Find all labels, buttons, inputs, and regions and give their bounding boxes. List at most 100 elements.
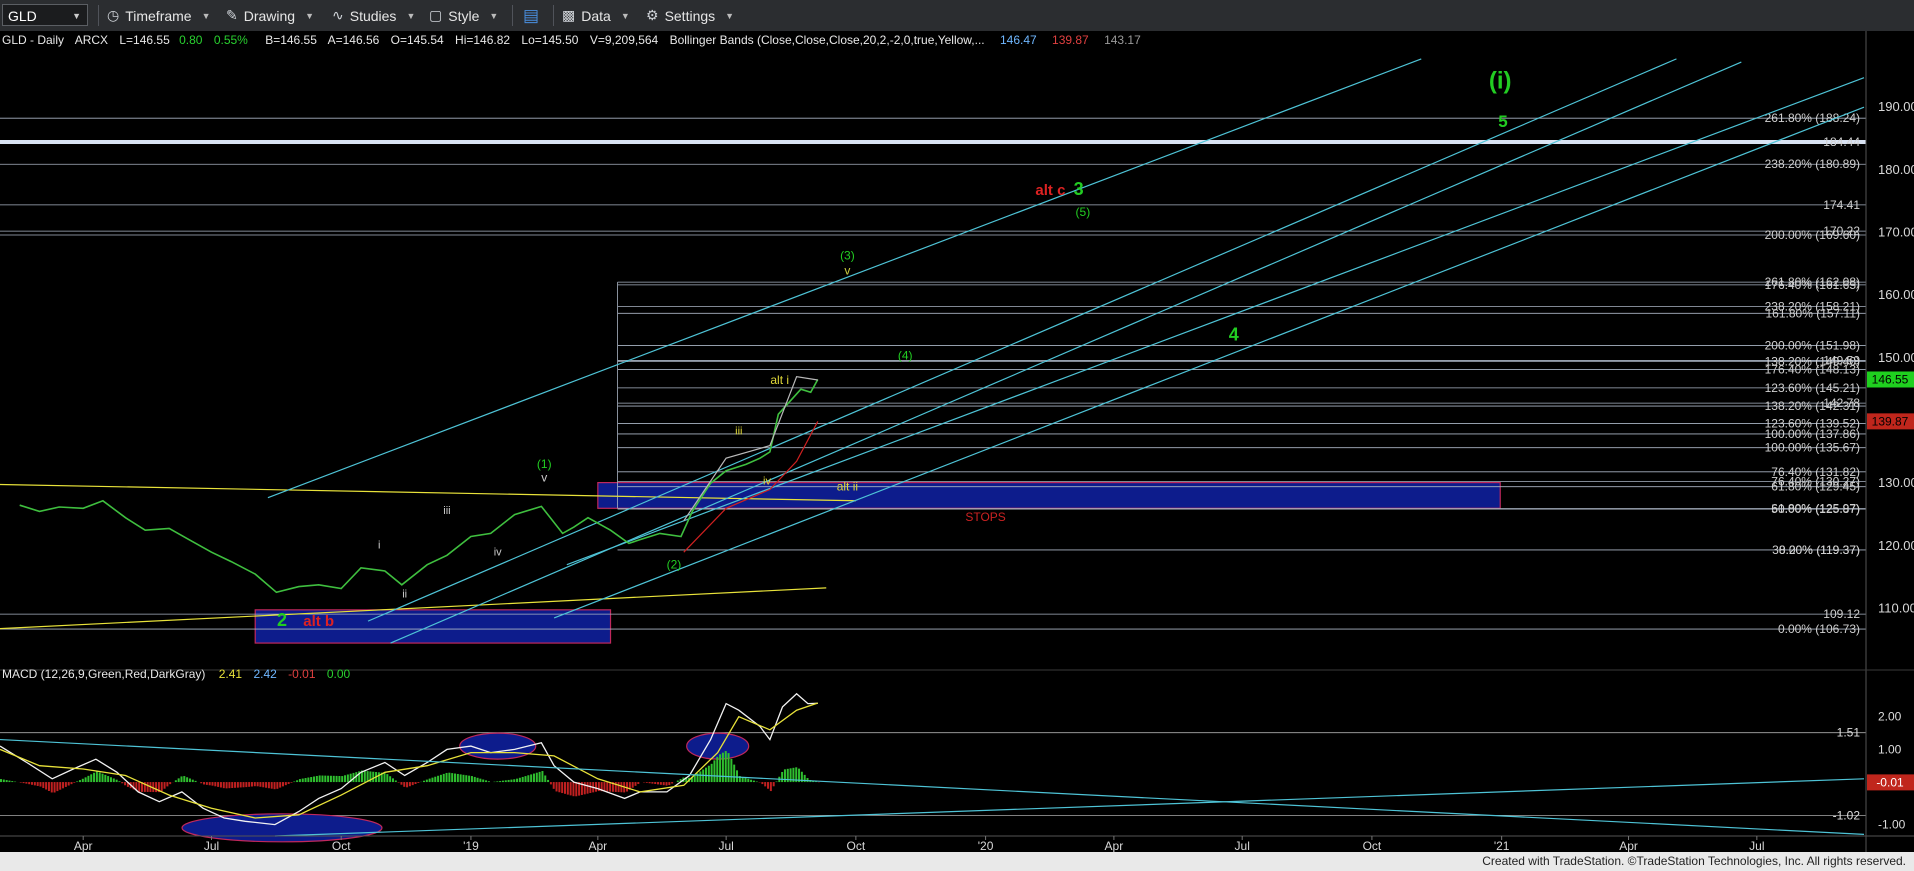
data-menu[interactable]: ▩ Data ▼ <box>562 0 630 31</box>
macd-histogram-bar <box>391 778 394 783</box>
macd-histogram-bar <box>315 775 318 783</box>
pencil-icon: ✎ <box>226 7 238 23</box>
macd-histogram-bar <box>267 782 270 789</box>
wave-label: 2 <box>277 610 287 630</box>
net-change: 0.80 <box>179 33 203 47</box>
timeframe-menu[interactable]: ◷ Timeframe ▼ <box>107 0 211 31</box>
macd-histogram-bar <box>651 782 654 784</box>
toolbar-separator <box>512 5 513 26</box>
macd-histogram-bar <box>205 782 208 785</box>
macd-histogram-bar <box>394 780 397 783</box>
macd-histogram-bar <box>428 778 431 783</box>
macd-histogram-bar <box>327 775 330 783</box>
macd-tick-label: -1.00 <box>1878 818 1906 832</box>
macd-histogram-bar <box>217 782 220 787</box>
macd-histogram-bar <box>736 770 739 783</box>
macd-histogram-bar <box>561 782 564 794</box>
macd-histogram-bar <box>222 782 225 789</box>
macd-histogram-bar <box>0 779 2 783</box>
wave-label: 5 <box>1498 112 1507 131</box>
macd-level-label: -1.02 <box>1833 808 1861 822</box>
macd-value-4: 0.00 <box>327 667 351 681</box>
macd-histogram-bar <box>408 782 411 787</box>
macd-histogram-bar <box>169 782 172 785</box>
x-tick-label: Oct <box>332 839 351 853</box>
macd-histogram-bar <box>566 782 569 795</box>
volume: V=9,209,564 <box>590 33 659 47</box>
macd-histogram-bar <box>530 774 533 783</box>
wave-label: (3) <box>840 248 855 262</box>
fib-level-label: 238.20% (180.89) <box>1765 157 1860 171</box>
macd-histogram-bar <box>231 782 234 788</box>
macd-histogram-bar <box>174 780 177 783</box>
macd-histogram-bar <box>228 782 231 789</box>
x-tick-label: Apr <box>1619 839 1638 853</box>
style-menu[interactable]: ▢ Style ▼ <box>429 0 498 31</box>
macd-histogram-bar <box>118 781 121 783</box>
macd-histogram-bar <box>516 778 519 783</box>
macd-level-label: 1.51 <box>1837 726 1861 740</box>
wave-label: alt c <box>1035 182 1065 199</box>
macd-histogram-bar <box>318 775 321 783</box>
macd-histogram-bar <box>403 782 406 787</box>
macd-histogram-bar <box>606 782 609 792</box>
macd-histogram-bar <box>338 775 341 783</box>
high-price: Hi=146.82 <box>455 33 510 47</box>
macd-histogram-bar <box>250 782 253 787</box>
macd-value-1: 2.41 <box>219 667 243 681</box>
wave-label: (1) <box>537 457 552 471</box>
low-price: Lo=145.50 <box>521 33 578 47</box>
toolbar: GLD ▼ ◷ Timeframe ▼ ✎ Drawing ▼ ∿ Studie… <box>0 0 1914 32</box>
wave-label: alt i <box>770 373 789 387</box>
macd-histogram-bar <box>459 774 462 783</box>
macd-histogram-bar <box>90 774 93 783</box>
macd-histogram-bar <box>617 782 620 793</box>
bb-upper-value: 146.47 <box>1000 33 1037 47</box>
macd-histogram-bar <box>496 781 499 783</box>
macd-histogram-bar <box>445 772 448 783</box>
macd-histogram-bar <box>177 778 180 783</box>
layout-icon: ▤ <box>523 5 540 25</box>
settings-menu[interactable]: ⚙ Settings ▼ <box>646 0 734 31</box>
macd-histogram-bar <box>78 780 81 783</box>
macd-histogram-bar <box>668 782 671 785</box>
chevron-down-icon: ▼ <box>406 10 416 21</box>
macd-histogram-bar <box>586 782 589 794</box>
macd-histogram-bar <box>569 782 572 796</box>
bb-lower-value: 139.87 <box>1052 33 1089 47</box>
wave-label: alt b <box>303 613 334 630</box>
macd-histogram-bar <box>764 782 767 787</box>
wave-label: v <box>541 470 547 484</box>
macd-histogram-bar <box>186 777 189 783</box>
macd-histogram-bar <box>203 782 206 785</box>
layout-button[interactable]: ▤ <box>523 0 545 31</box>
wave-label: iii <box>735 425 742 437</box>
macd-histogram-bar <box>479 778 482 783</box>
macd-histogram-bar <box>575 782 578 797</box>
macd-histogram-bar <box>422 780 425 783</box>
chevron-down-icon: ▼ <box>201 10 211 21</box>
macd-histogram-bar <box>25 782 28 784</box>
price-tag-label: 139.87 <box>1872 414 1909 428</box>
macd-histogram-bar <box>107 776 110 783</box>
macd-histogram-bar <box>211 782 214 786</box>
macd-histogram-bar <box>70 782 73 785</box>
macd-histogram-bar <box>245 782 248 788</box>
macd-histogram-bar <box>183 776 186 783</box>
macd-histogram-bar <box>487 781 490 783</box>
macd-histogram-bar <box>767 782 770 789</box>
x-tick-label: Oct <box>1363 839 1382 853</box>
macd-histogram-bar <box>462 774 465 783</box>
macd-histogram-bar <box>284 782 287 786</box>
macd-histogram-bar <box>248 782 251 787</box>
drawing-menu[interactable]: ✎ Drawing ▼ <box>226 0 314 31</box>
fib-level-label: 176.40% (148.13) <box>1765 363 1860 377</box>
studies-menu[interactable]: ∿ Studies ▼ <box>332 0 415 31</box>
price-chart[interactable]: 261.80% (188.24) 184.44 238.20% (180.89) 17… <box>0 31 1914 871</box>
fib-level-label: 184.44 <box>1823 135 1860 149</box>
wave-label: STOPS <box>965 510 1005 524</box>
macd-histogram-bar <box>234 782 237 788</box>
macd-histogram-bar <box>518 777 521 783</box>
symbol-selector[interactable]: GLD ▼ <box>2 4 88 26</box>
macd-histogram-bar <box>301 778 304 783</box>
